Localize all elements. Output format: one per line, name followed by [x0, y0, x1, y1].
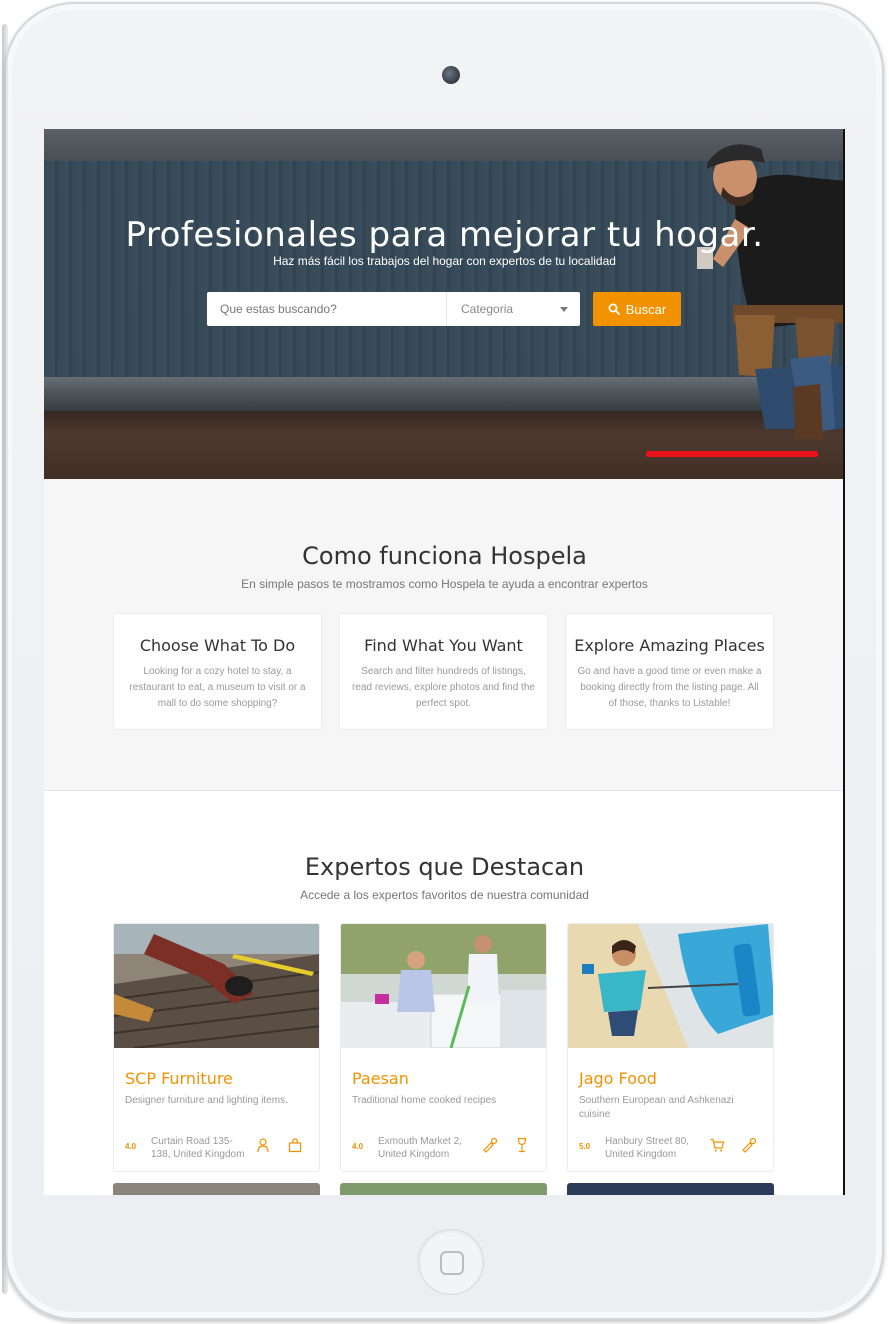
hero-subtitle: Haz más fácil los trabajos del hogar con…: [273, 254, 616, 268]
worker-image: [697, 144, 843, 439]
expert-name[interactable]: Jago Food: [579, 1069, 657, 1088]
search-button[interactable]: Buscar: [593, 292, 681, 326]
cooking-icon[interactable]: [482, 1137, 498, 1153]
step-card: Explore Amazing Places Go and have a goo…: [565, 613, 774, 730]
person-icon[interactable]: [255, 1137, 271, 1153]
rating-badge: 4.0: [352, 1142, 364, 1151]
experts-section: Expertos que Destacan Accede a los exper…: [44, 791, 843, 1195]
cleaners-photo: [341, 924, 546, 1049]
painter-photo: [568, 924, 773, 1048]
chevron-down-icon: [560, 307, 568, 312]
category-label: Categoria: [461, 302, 514, 316]
shopping-bag-icon[interactable]: [287, 1137, 303, 1153]
how-it-works-section: Como funciona Hospela En simple pasos te…: [44, 479, 843, 791]
how-title: Como funciona Hospela: [302, 542, 587, 570]
step-title: Choose What To Do: [139, 636, 296, 655]
step-title: Explore Amazing Places: [574, 636, 765, 655]
category-select[interactable]: Categoria: [447, 292, 580, 326]
step-title: Find What You Want: [364, 636, 523, 655]
rating-badge: 4.0: [125, 1142, 137, 1151]
wine-glass-icon[interactable]: [514, 1137, 530, 1153]
expert-description: Designer furniture and lighting items.: [125, 1095, 288, 1106]
search-form: Categoria: [207, 292, 580, 326]
expert-description: Traditional home cooked recipes: [352, 1095, 497, 1106]
home-square-icon: [440, 1251, 464, 1275]
search-button-label: Buscar: [625, 301, 667, 317]
step-text: Go and have a good time or even make a b…: [577, 666, 762, 709]
camera-icon: [442, 66, 460, 84]
cooking-icon[interactable]: [741, 1137, 757, 1153]
experts-title: Expertos que Destacan: [304, 853, 585, 881]
expert-description: Southern European and Ashkenazi cuisine: [579, 1095, 734, 1120]
slider-indicator[interactable]: [646, 451, 818, 457]
expert-card[interactable]: Paesan Traditional home cooked recipes 4…: [340, 923, 547, 1172]
experts-subtitle: Accede a los expertos favoritos de nuest…: [300, 888, 589, 902]
step-card: Choose What To Do Looking for a cozy hot…: [113, 613, 322, 730]
roofer-photo: [114, 924, 319, 1049]
step-card: Find What You Want Search and filter hun…: [339, 613, 548, 730]
home-button[interactable]: [418, 1229, 484, 1295]
expert-address: Hanbury Street 80, United Kingdom: [605, 1136, 689, 1160]
expert-name[interactable]: Paesan: [352, 1069, 409, 1088]
expert-card[interactable]: SCP Furniture Designer furniture and lig…: [113, 923, 320, 1172]
expert-card-partial[interactable]: [113, 1183, 320, 1195]
search-icon: [608, 303, 620, 315]
step-text: Looking for a cozy hotel to stay, a rest…: [129, 666, 306, 709]
expert-card[interactable]: Jago Food Southern European and Ashkenaz…: [567, 923, 774, 1172]
hero-title: Profesionales para mejorar tu hogar.: [125, 215, 764, 255]
search-input[interactable]: [207, 292, 447, 326]
hero-banner: Profesionales para mejorar tu hogar. Haz…: [44, 129, 843, 479]
cart-icon[interactable]: [709, 1137, 725, 1153]
expert-address: Exmouth Market 2, United Kingdom: [378, 1136, 462, 1160]
how-subtitle: En simple pasos te mostramos como Hospel…: [241, 577, 648, 591]
rating-badge: 5.0: [579, 1142, 591, 1151]
step-text: Search and filter hundreds of listings, …: [352, 666, 535, 709]
expert-card-partial[interactable]: [340, 1183, 547, 1195]
expert-address: Curtain Road 135-138, United Kingdom: [151, 1136, 245, 1160]
screen: Profesionales para mejorar tu hogar. Haz…: [44, 129, 845, 1195]
expert-name[interactable]: SCP Furniture: [125, 1069, 233, 1088]
expert-card-partial[interactable]: [567, 1183, 774, 1195]
